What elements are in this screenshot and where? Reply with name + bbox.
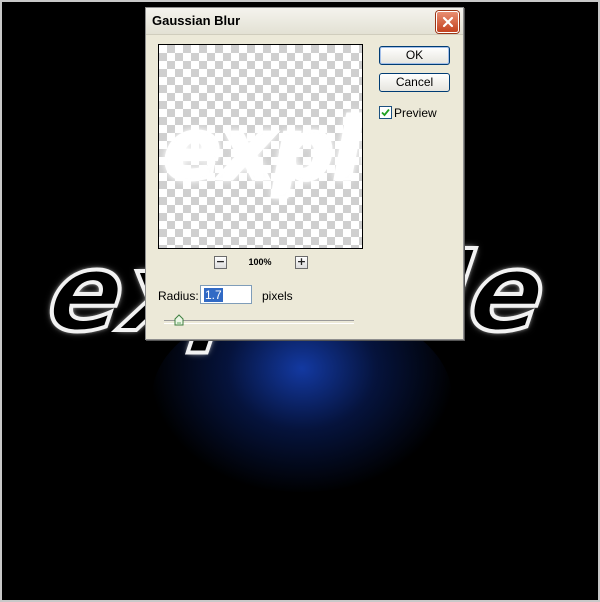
zoom-in-button[interactable]: + (295, 256, 308, 269)
radius-slider-thumb[interactable] (174, 314, 184, 326)
dialog-titlebar[interactable]: Gaussian Blur (146, 8, 463, 35)
radius-value[interactable]: 1.7 (204, 288, 223, 302)
gaussian-blur-dialog: Gaussian Blur explode − 100% + OK Cancel… (145, 7, 464, 340)
checkmark-icon (381, 108, 390, 117)
zoom-out-button[interactable]: − (214, 256, 227, 269)
ok-button[interactable]: OK (379, 46, 450, 65)
zoom-in-icon: + (296, 255, 307, 268)
close-icon (442, 16, 453, 28)
preview-checkbox-label[interactable]: Preview (394, 106, 437, 120)
dialog-title: Gaussian Blur (152, 13, 241, 28)
radius-label: Radius: (158, 289, 199, 303)
radius-unit-label: pixels (262, 289, 293, 303)
cancel-button[interactable]: Cancel (379, 73, 450, 92)
preview-checkbox[interactable] (379, 106, 392, 119)
zoom-out-icon: − (215, 255, 226, 268)
preview-window[interactable]: explode (158, 44, 363, 249)
close-button[interactable] (436, 11, 459, 33)
preview-text: explode (162, 100, 362, 200)
zoom-level: 100% (248, 257, 272, 267)
radius-slider-track[interactable] (164, 320, 354, 324)
